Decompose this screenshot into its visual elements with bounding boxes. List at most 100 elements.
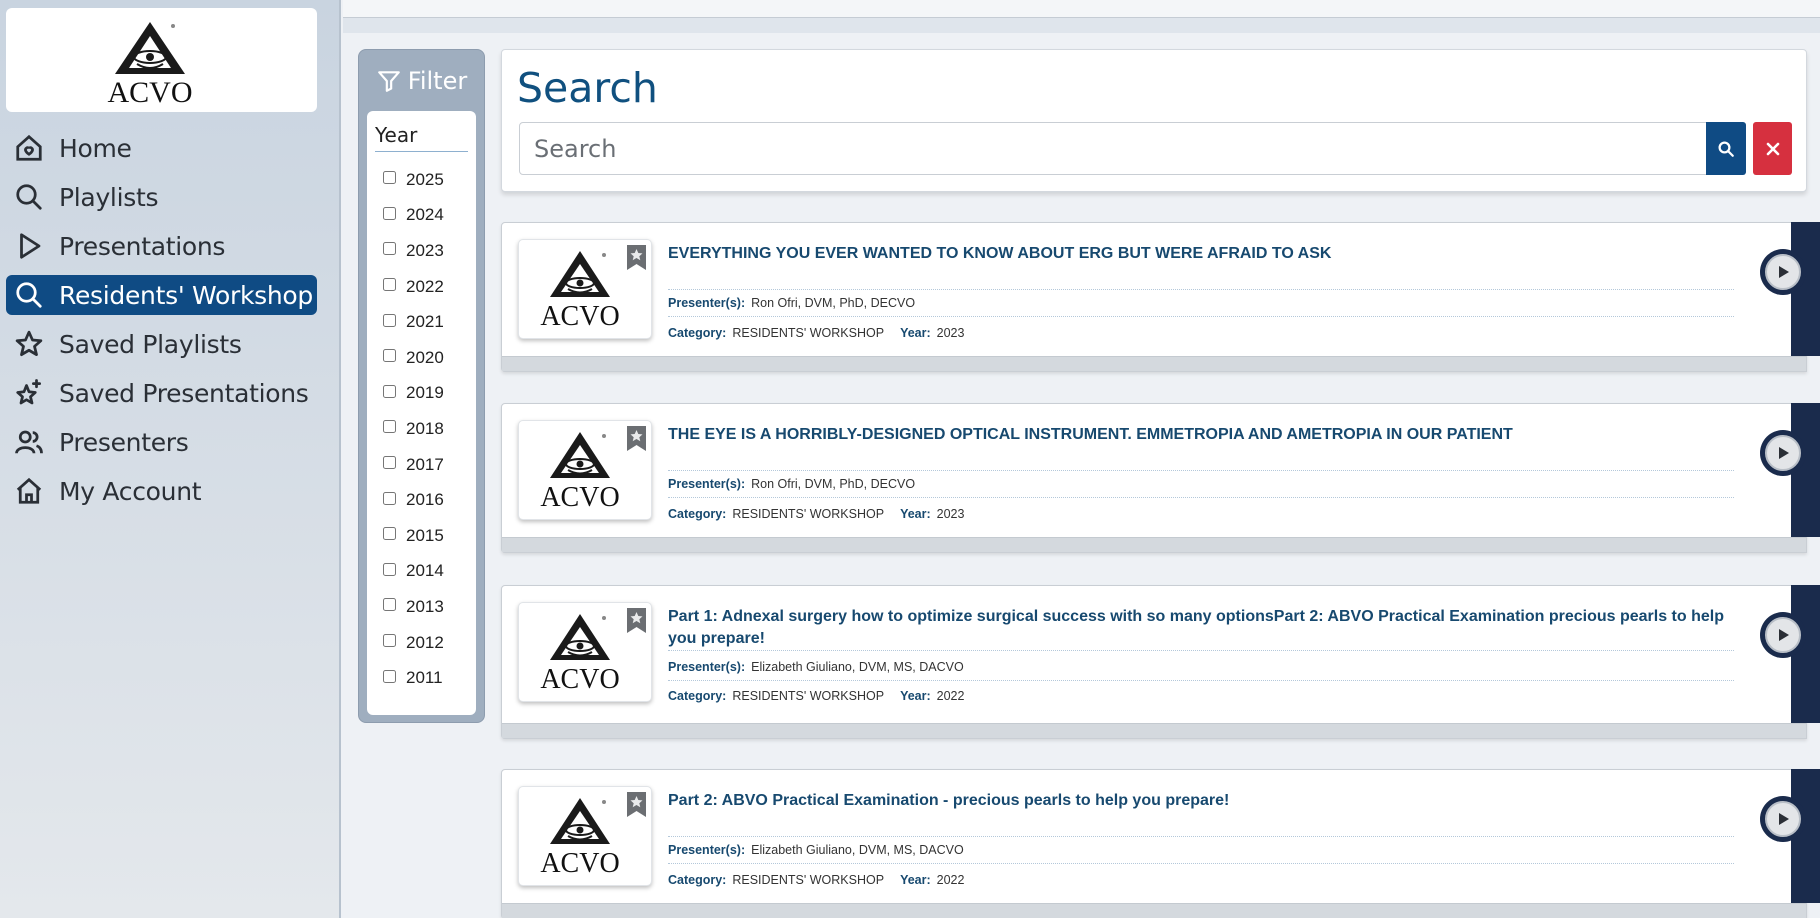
year-label: 2019 bbox=[406, 383, 444, 403]
year-checkbox[interactable] bbox=[383, 669, 396, 683]
year-heading: Year bbox=[375, 123, 418, 147]
year-label: 2016 bbox=[406, 490, 444, 510]
play-button[interactable] bbox=[1760, 612, 1806, 658]
year-label: 2012 bbox=[406, 632, 444, 652]
bookmark-icon[interactable] bbox=[626, 425, 647, 452]
year-option[interactable]: 2014 bbox=[367, 554, 476, 590]
sidebar-item-label: Presenters bbox=[59, 427, 189, 457]
sidebar-nav: Home Playlists Presentations Residents' Wor… bbox=[6, 128, 317, 520]
presentation-thumbnail[interactable]: ACVO bbox=[518, 602, 652, 702]
year-option[interactable]: 2021 bbox=[367, 304, 476, 340]
year-option[interactable]: 2023 bbox=[367, 233, 476, 269]
play-button[interactable] bbox=[1760, 249, 1806, 295]
year-option[interactable]: 2020 bbox=[367, 340, 476, 376]
year-option[interactable]: 2015 bbox=[367, 518, 476, 554]
search-icon bbox=[14, 181, 50, 213]
acvo-logo[interactable]: ACVO bbox=[6, 8, 317, 112]
year-checkbox[interactable] bbox=[383, 456, 396, 470]
sidebar-item-saved-presentations[interactable]: Saved Presentations bbox=[6, 373, 317, 413]
presentation-thumbnail[interactable]: ACVO bbox=[518, 239, 652, 339]
play-icon bbox=[1779, 629, 1789, 641]
year-checkbox[interactable] bbox=[383, 420, 396, 434]
year-option[interactable]: 2022 bbox=[367, 269, 476, 305]
year-checkbox[interactable] bbox=[383, 562, 396, 576]
year-checkbox[interactable] bbox=[383, 313, 396, 327]
sidebar-item-playlists[interactable]: Playlists bbox=[6, 177, 317, 217]
year-option[interactable]: 2013 bbox=[367, 589, 476, 625]
sidebar-item-home[interactable]: Home bbox=[6, 128, 317, 168]
sidebar-item-residents-workshop[interactable]: Residents' Workshop bbox=[6, 275, 317, 315]
bookmark-icon[interactable] bbox=[626, 791, 647, 818]
year-label: 2011 bbox=[406, 668, 443, 688]
year-checkbox[interactable] bbox=[383, 206, 396, 220]
category-value: RESIDENTS' WORKSHOP bbox=[732, 507, 885, 521]
presentation-thumbnail[interactable]: ACVO bbox=[518, 786, 652, 886]
acvo-logo-icon: ACVO bbox=[540, 426, 630, 515]
year-checkbox[interactable] bbox=[383, 278, 396, 292]
presentation-card[interactable]: ACVO Part 1: Adnexal surgery how to optim… bbox=[501, 585, 1807, 739]
divider bbox=[668, 289, 1734, 290]
year-option[interactable]: 2024 bbox=[367, 198, 476, 234]
year-checkbox[interactable] bbox=[383, 527, 396, 541]
search-card: Search bbox=[501, 49, 1807, 192]
play-icon bbox=[1779, 447, 1789, 459]
home-heart-icon bbox=[14, 132, 50, 164]
presentation-title[interactable]: EVERYTHING YOU EVER WANTED TO KNOW ABOUT… bbox=[668, 243, 1738, 265]
category-value: RESIDENTS' WORKSHOP bbox=[732, 326, 885, 340]
divider bbox=[668, 650, 1734, 651]
sidebar-item-presenters[interactable]: Presenters bbox=[6, 422, 317, 462]
svg-text:ACVO: ACVO bbox=[107, 76, 192, 106]
card-footer bbox=[502, 723, 1806, 738]
presenter-value: Ron Ofri, DVM, PhD, DECVO bbox=[751, 296, 916, 310]
year-checkbox[interactable] bbox=[383, 598, 396, 612]
people-icon bbox=[14, 426, 50, 458]
play-outline-icon bbox=[14, 230, 50, 262]
year-option[interactable]: 2016 bbox=[367, 482, 476, 518]
sparkle-star-icon bbox=[14, 377, 50, 409]
year-checkbox[interactable] bbox=[383, 349, 396, 363]
bookmark-icon[interactable] bbox=[626, 244, 647, 271]
year-option[interactable]: 2012 bbox=[367, 625, 476, 661]
presentation-title[interactable]: Part 2: ABVO Practical Examination - pre… bbox=[668, 790, 1738, 812]
presenter-row: Presenter(s): Elizabeth Giuliano, DVM, MS… bbox=[668, 843, 964, 857]
year-label: 2025 bbox=[406, 169, 444, 189]
year-checkbox[interactable] bbox=[383, 242, 396, 256]
filter-header[interactable]: Filter bbox=[359, 50, 484, 112]
play-icon bbox=[1779, 813, 1789, 825]
presentation-card[interactable]: ACVO EVERYTHING YOU EVER WANTED TO KNOW A… bbox=[501, 222, 1807, 372]
year-option[interactable]: 2011 bbox=[367, 660, 476, 696]
search-input[interactable] bbox=[519, 122, 1708, 175]
category-label: Category: bbox=[668, 873, 727, 887]
clear-search-button[interactable] bbox=[1753, 122, 1792, 175]
presentation-thumbnail[interactable]: ACVO bbox=[518, 420, 652, 520]
search-icon bbox=[14, 279, 50, 311]
year-option[interactable]: 2025 bbox=[367, 162, 476, 198]
svg-text:ACVO: ACVO bbox=[540, 664, 619, 692]
year-option[interactable]: 2017 bbox=[367, 447, 476, 483]
search-button[interactable] bbox=[1706, 122, 1746, 175]
sidebar-item-label: Presentations bbox=[59, 231, 226, 261]
presentation-title[interactable]: THE EYE IS A HORRIBLY-DESIGNED OPTICAL I… bbox=[668, 424, 1738, 446]
year-checkbox[interactable] bbox=[383, 171, 396, 185]
bookmark-icon[interactable] bbox=[626, 607, 647, 634]
play-button[interactable] bbox=[1760, 430, 1806, 476]
sidebar-item-presentations[interactable]: Presentations bbox=[6, 226, 317, 266]
category-label: Category: bbox=[668, 507, 727, 521]
year-checkbox[interactable] bbox=[383, 634, 396, 648]
sidebar-item-my-account[interactable]: My Account bbox=[6, 471, 317, 511]
acvo-logo-icon: ACVO bbox=[540, 608, 630, 697]
presentation-card[interactable]: ACVO Part 2: ABVO Practical Examination -… bbox=[501, 769, 1807, 918]
presentation-title[interactable]: Part 1: Adnexal surgery how to optimize … bbox=[668, 606, 1738, 650]
sidebar-item-saved-playlists[interactable]: Saved Playlists bbox=[6, 324, 317, 364]
year-option[interactable]: 2018 bbox=[367, 411, 476, 447]
presenter-value: Ron Ofri, DVM, PhD, DECVO bbox=[751, 477, 916, 491]
presentation-card[interactable]: ACVO THE EYE IS A HORRIBLY-DESIGNED OPTIC… bbox=[501, 403, 1807, 553]
play-button[interactable] bbox=[1760, 796, 1806, 842]
year-checkbox[interactable] bbox=[383, 384, 396, 398]
year-checkbox[interactable] bbox=[383, 491, 396, 505]
year-option[interactable]: 2019 bbox=[367, 376, 476, 412]
year-label: 2015 bbox=[406, 525, 444, 545]
sidebar-item-label: Playlists bbox=[59, 182, 159, 212]
filter-year-box: Year 2025 2024 2023 2022 2021 2020 2019 2018 201… bbox=[367, 111, 476, 715]
search-icon bbox=[1718, 141, 1734, 157]
